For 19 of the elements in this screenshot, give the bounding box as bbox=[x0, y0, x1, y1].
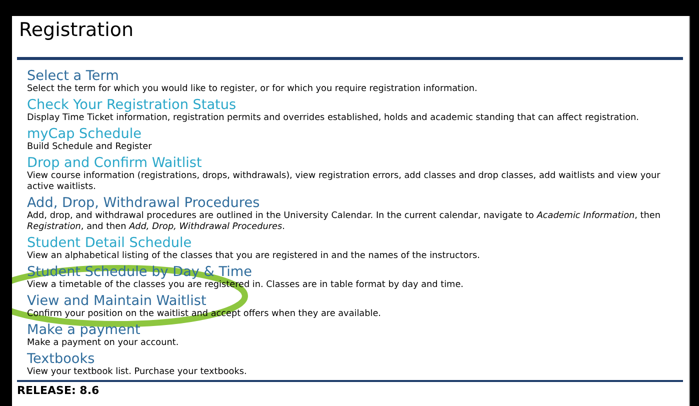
menu-link[interactable]: Check Your Registration Status bbox=[27, 97, 236, 113]
menu-link[interactable]: Select a Term bbox=[27, 68, 119, 84]
menu-link[interactable]: Student Detail Schedule bbox=[27, 235, 192, 251]
link-description: View your textbook list. Purchase your textbooks. bbox=[27, 367, 248, 378]
menu-link[interactable]: myCap Schedule bbox=[27, 126, 142, 142]
link-description: View course information (registrations, drops, withdrawals), view registration errors, add classes and drop classes, add waitlists and view your active waitlists. bbox=[27, 171, 662, 193]
release-label: RELEASE: 8.6 bbox=[17, 383, 100, 398]
menu-link[interactable]: Make a payment bbox=[27, 322, 140, 338]
link-description: Display Time Ticket information, registration permits and overrides established, holds and academic standing that can affect registration. bbox=[27, 113, 640, 124]
link-description: Select the term for which you would like to register, or for which you require registration information. bbox=[27, 84, 478, 95]
menu-link[interactable]: Textbooks bbox=[27, 351, 95, 367]
menu-link[interactable]: Drop and Confirm Waitlist bbox=[27, 155, 202, 171]
link-description: Make a payment on your account. bbox=[27, 338, 180, 349]
menu-link[interactable]: View and Maintain Waitlist bbox=[27, 293, 206, 309]
link-description: Build Schedule and Register bbox=[27, 142, 153, 153]
link-description: Add, drop, and withdrawal procedures are outlined in the University Calendar. In the current calendar, navigate to Academic Information, then Registration, and then Add, Drop, Withdrawal Procedures. bbox=[27, 211, 662, 233]
page-title: Registration bbox=[18, 18, 135, 43]
link-description: View an alphabetical listing of the classes that you are registered in and the names of the instructors. bbox=[27, 251, 481, 262]
menu-link[interactable]: Add, Drop, Withdrawal Procedures bbox=[27, 195, 260, 211]
